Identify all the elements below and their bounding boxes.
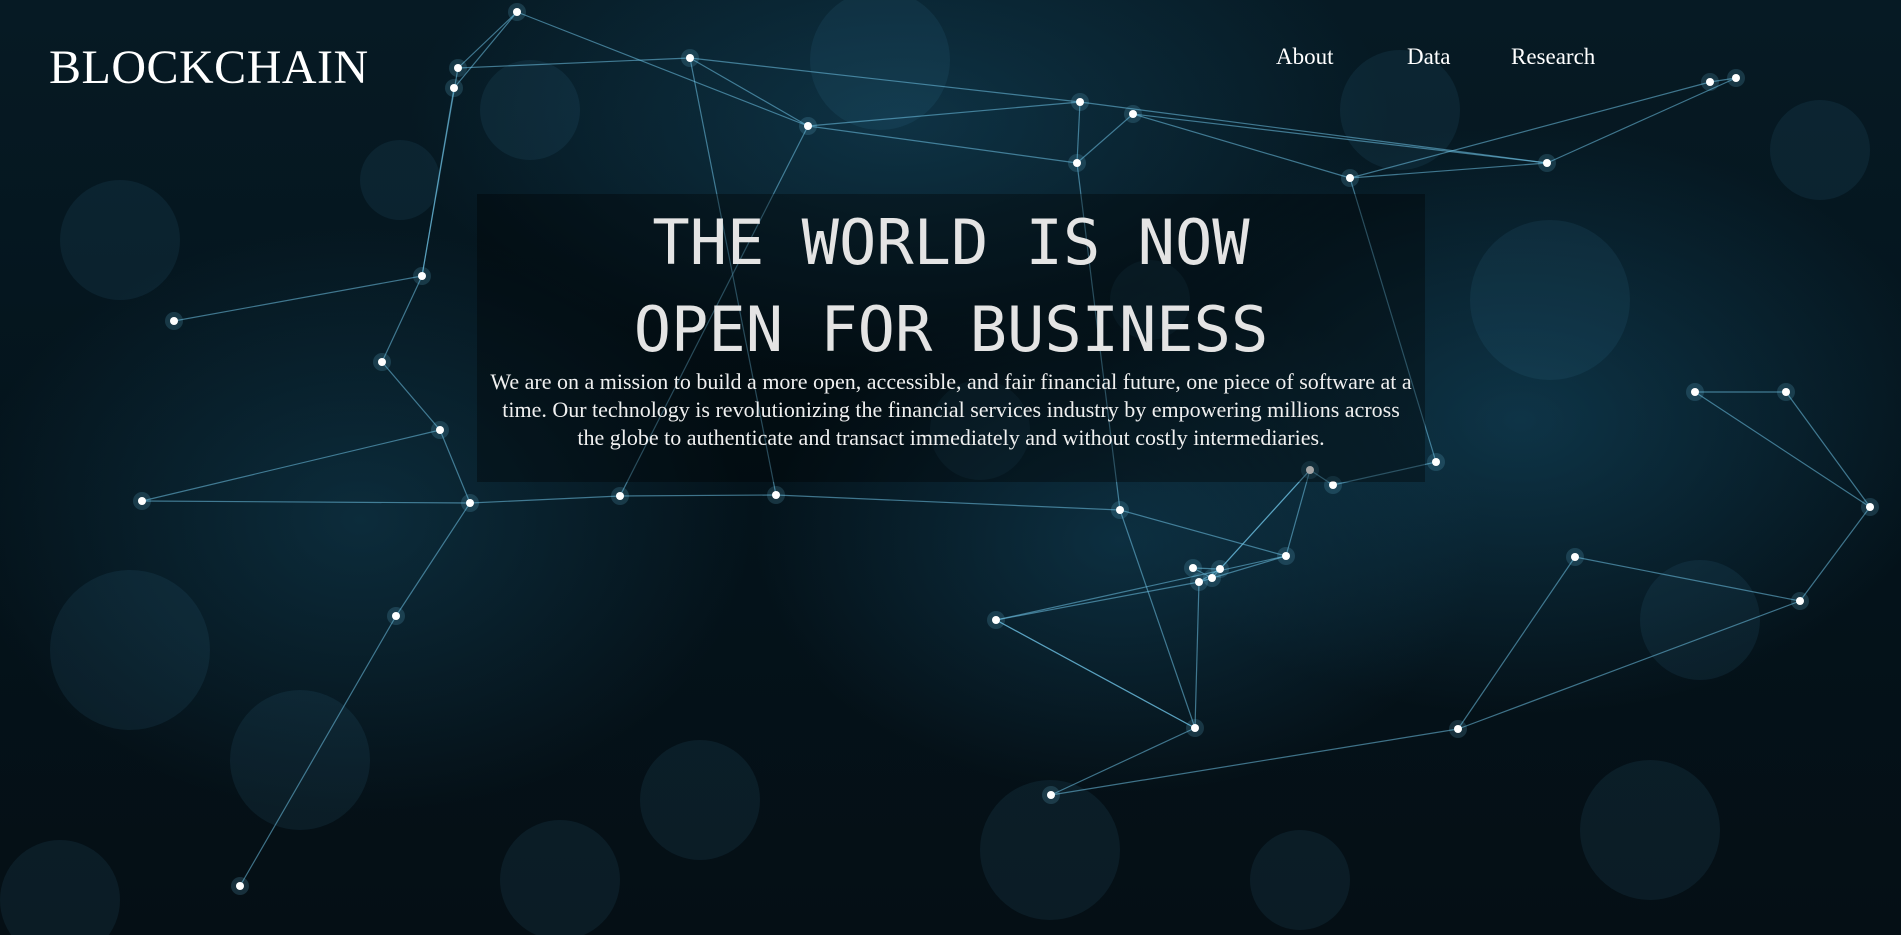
bokeh-blur: [1470, 220, 1630, 380]
network-node: [1189, 564, 1197, 572]
network-edge: [1076, 113, 1134, 164]
network-edge: [439, 429, 471, 504]
network-edge: [141, 429, 441, 502]
network-node: [450, 84, 458, 92]
site-logo[interactable]: BLOCKCHAIN: [49, 38, 369, 98]
bokeh-blur: [360, 140, 440, 220]
bokeh-blur: [1770, 100, 1870, 200]
network-node: [418, 272, 426, 280]
network-node: [992, 616, 1000, 624]
network-node: [1195, 578, 1203, 586]
bokeh-blur: [50, 570, 210, 730]
network-edge: [469, 495, 621, 504]
bokeh-blur: [1580, 760, 1720, 900]
network-edge: [381, 275, 423, 363]
bokeh-blur: [480, 60, 580, 160]
network-edge: [807, 125, 1078, 164]
bokeh-blur: [0, 840, 120, 935]
network-edge: [1079, 101, 1548, 164]
network-edge: [689, 57, 809, 127]
network-node: [392, 612, 400, 620]
network-edge: [1457, 556, 1576, 730]
headline-line-2: OPEN FOR BUSINESS: [633, 293, 1269, 366]
network-node: [378, 358, 386, 366]
network-node: [686, 54, 694, 62]
network-node: [1129, 110, 1137, 118]
network-edge: [995, 581, 1200, 621]
network-node: [1706, 78, 1714, 86]
network-node: [804, 122, 812, 130]
network-edge: [995, 619, 1196, 729]
bokeh-blur: [1250, 830, 1350, 930]
nav-link-about[interactable]: About: [1276, 42, 1334, 72]
bokeh-blur: [60, 180, 180, 300]
network-edge: [395, 502, 471, 617]
network-edge: [1050, 728, 1459, 796]
network-edge: [141, 500, 471, 504]
network-node: [138, 497, 146, 505]
network-node: [1782, 388, 1790, 396]
network-node: [1073, 159, 1081, 167]
network-node: [1208, 574, 1216, 582]
network-node: [170, 317, 178, 325]
network-node: [1047, 791, 1055, 799]
network-node: [1691, 388, 1699, 396]
network-node: [1432, 458, 1440, 466]
network-node: [1543, 159, 1551, 167]
network-node: [772, 491, 780, 499]
network-edge: [1076, 101, 1081, 164]
network-node: [1796, 597, 1804, 605]
network-edge: [1457, 600, 1801, 730]
nav-link-research[interactable]: Research: [1511, 42, 1595, 72]
network-node: [1116, 506, 1124, 514]
network-node: [436, 426, 444, 434]
network-edge: [995, 555, 1287, 621]
bokeh-blur: [500, 820, 620, 935]
network-edge: [1546, 77, 1737, 164]
network-node: [616, 492, 624, 500]
network-edge: [1785, 391, 1871, 508]
nav-link-data[interactable]: Data: [1407, 42, 1450, 72]
headline-line-1: THE WORLD IS NOW: [652, 206, 1250, 279]
network-node: [1076, 98, 1084, 106]
network-edge: [457, 11, 518, 69]
network-edge: [1799, 506, 1871, 602]
network-edge: [1194, 581, 1200, 729]
network-edge: [1694, 391, 1871, 508]
network-node: [513, 8, 521, 16]
hero-headline: THE WORLD IS NOW OPEN FOR BUSINESS: [477, 199, 1425, 373]
bokeh-blur: [810, 0, 950, 130]
network-edge: [173, 275, 423, 322]
bokeh-blur: [1640, 560, 1760, 680]
network-node: [1329, 481, 1337, 489]
network-node: [1454, 725, 1462, 733]
hero-section: BLOCKCHAIN About Data Research THE WORLD…: [0, 0, 1901, 935]
network-edge: [775, 494, 1121, 511]
network-node: [1282, 552, 1290, 560]
network-node: [1732, 74, 1740, 82]
network-edge: [1119, 509, 1287, 557]
network-node: [1346, 174, 1354, 182]
network-edge: [1050, 727, 1196, 796]
mission-statement: We are on a mission to build a more open…: [490, 369, 1412, 450]
network-edge: [1119, 509, 1196, 729]
network-node: [1571, 553, 1579, 561]
bokeh-blur: [230, 690, 370, 830]
network-node: [1866, 503, 1874, 511]
network-node: [454, 64, 462, 72]
network-node: [466, 499, 474, 507]
network-edge: [381, 361, 441, 431]
network-edge: [619, 494, 777, 497]
network-node: [236, 882, 244, 890]
network-node: [1191, 724, 1199, 732]
bokeh-blur: [640, 740, 760, 860]
network-edge: [1132, 113, 1548, 164]
